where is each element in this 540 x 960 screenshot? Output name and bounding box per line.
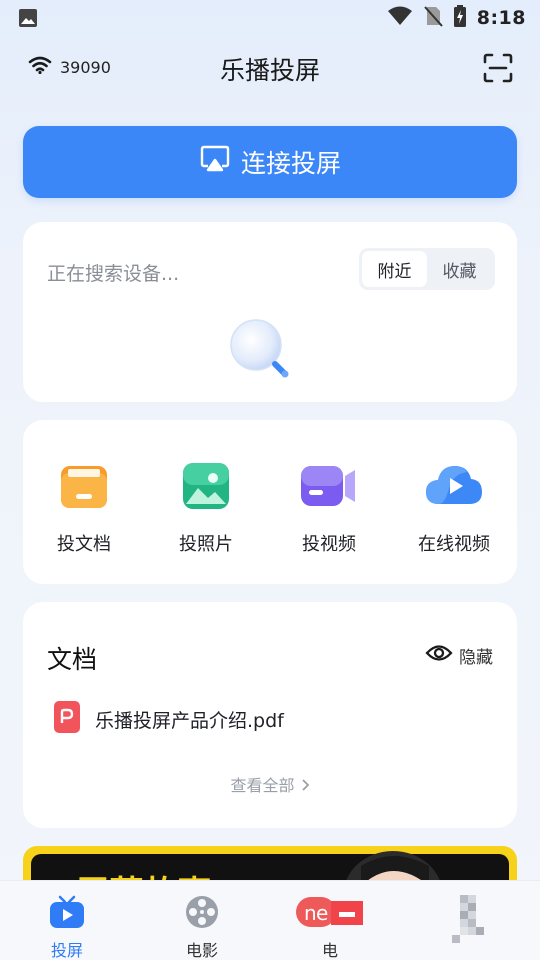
eye-icon xyxy=(425,643,453,668)
image-icon xyxy=(18,8,38,28)
hide-documents-button[interactable]: 隐藏 xyxy=(425,643,493,668)
tab-nearby[interactable]: 附近 xyxy=(362,251,427,287)
tool-label: 在线视频 xyxy=(418,534,490,555)
cast-tools-card: 投文档 投照片 投视频 在线视频 xyxy=(23,420,517,584)
nav-movies[interactable]: 电影 xyxy=(162,895,242,960)
wifi-network[interactable]: 39090 xyxy=(28,56,111,78)
tool-label: 投文档 xyxy=(57,534,111,555)
nav-qr[interactable] xyxy=(428,895,508,953)
page-title: 乐播投屏 xyxy=(219,56,320,85)
nav-label: 投屏 xyxy=(50,941,83,960)
airplay-icon xyxy=(199,145,231,179)
nav-cast[interactable]: 投屏 xyxy=(27,895,107,960)
searching-magnifier-icon xyxy=(229,318,293,386)
document-name: 乐播投屏产品介绍.pdf xyxy=(95,709,284,732)
battery-charging-icon xyxy=(453,5,467,31)
app-header: 39090 乐播投屏 xyxy=(0,40,540,98)
tab-favorites[interactable]: 收藏 xyxy=(427,251,492,287)
tv-play-icon xyxy=(49,895,85,933)
cast-document-button[interactable]: 投文档 xyxy=(29,460,139,556)
qr-code-icon xyxy=(450,895,486,949)
connect-cast-button[interactable]: 连接投屏 xyxy=(23,126,517,198)
scan-button[interactable] xyxy=(482,52,514,84)
section-title: 文档 xyxy=(47,645,98,674)
nav-label: 电 xyxy=(321,941,338,960)
tool-label: 投照片 xyxy=(179,534,233,555)
nav-tv[interactable]: n e 电 xyxy=(290,895,370,960)
documents-card: 文档 隐藏 乐播投屏产品介绍.pdf 查看全部 xyxy=(23,602,517,828)
video-camera-icon xyxy=(299,460,359,516)
status-time: 8:18 xyxy=(476,7,526,29)
wifi-icon xyxy=(387,6,413,30)
folder-icon xyxy=(58,460,110,516)
tv-channel-icon: n e xyxy=(295,895,365,933)
svg-text:n: n xyxy=(304,901,317,925)
device-filter-tabs: 附近 收藏 xyxy=(359,248,495,290)
tool-label: 投视频 xyxy=(302,534,356,555)
searching-status: 正在搜索设备... xyxy=(47,263,180,285)
view-all-label: 查看全部 xyxy=(230,776,295,795)
document-item[interactable]: 乐播投屏产品介绍.pdf xyxy=(53,700,284,738)
hide-label: 隐藏 xyxy=(459,648,493,668)
bottom-navigation: 投屏 电影 n e 电 xyxy=(0,880,540,960)
chevron-right-icon xyxy=(300,776,310,795)
cast-photo-button[interactable]: 投照片 xyxy=(151,460,261,556)
wifi-name: 39090 xyxy=(60,57,111,77)
no-sim-icon xyxy=(423,5,443,31)
svg-text:e: e xyxy=(316,901,328,925)
scan-icon xyxy=(483,53,513,83)
nav-label: 电影 xyxy=(185,941,218,960)
status-bar: 8:18 xyxy=(0,0,540,36)
cloud-play-icon xyxy=(423,460,485,516)
wifi-icon xyxy=(28,56,52,78)
photo-icon xyxy=(180,460,232,516)
pdf-icon xyxy=(53,700,81,738)
device-search-card: 正在搜索设备... 附近 收藏 xyxy=(23,222,517,402)
cast-video-button[interactable]: 投视频 xyxy=(274,460,384,556)
film-reel-icon xyxy=(184,895,220,933)
connect-cast-label: 连接投屏 xyxy=(240,149,341,178)
view-all-link[interactable]: 查看全部 xyxy=(23,772,517,796)
online-video-button[interactable]: 在线视频 xyxy=(399,460,509,556)
